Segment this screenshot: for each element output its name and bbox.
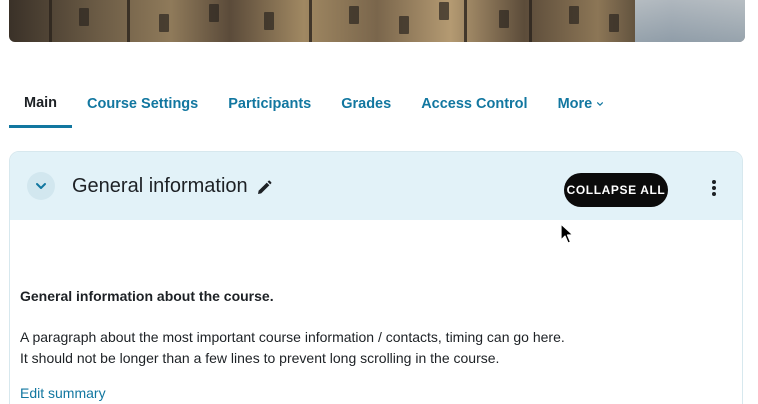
- course-page: Main Course Settings Participants Grades…: [0, 0, 758, 404]
- tab-label: Grades: [341, 96, 392, 112]
- kebab-menu-icon: [712, 180, 716, 196]
- tab-label: Access Control: [421, 96, 528, 112]
- tab-course-settings[interactable]: Course Settings: [72, 80, 213, 128]
- section-header: General information COLLAPSE ALL: [10, 152, 742, 220]
- section-summary-line: It should not be longer than a few lines…: [20, 350, 500, 366]
- tab-grades[interactable]: Grades: [326, 80, 406, 128]
- tab-label: More: [557, 96, 593, 112]
- chevron-down-icon: [597, 102, 604, 106]
- tab-label: Main: [24, 94, 58, 111]
- collapse-all-button[interactable]: COLLAPSE ALL: [564, 173, 668, 207]
- section-title[interactable]: General information: [72, 175, 248, 198]
- chevron-down-icon: [36, 183, 46, 189]
- course-nav-tabs: Main Course Settings Participants Grades…: [9, 80, 619, 130]
- tab-access-control[interactable]: Access Control: [406, 80, 542, 128]
- section-collapse-toggle[interactable]: [27, 172, 55, 200]
- section-summary-heading: General information about the course.: [20, 288, 274, 304]
- tab-label: Course Settings: [87, 96, 199, 112]
- tab-label: Participants: [228, 96, 312, 112]
- section-actions-menu[interactable]: [702, 176, 726, 200]
- edit-summary-link[interactable]: Edit summary: [20, 385, 106, 401]
- tab-more[interactable]: More: [543, 80, 620, 128]
- tab-participants[interactable]: Participants: [213, 80, 326, 128]
- section-summary-line: A paragraph about the most important cou…: [20, 329, 565, 345]
- course-banner-image: [9, 0, 745, 42]
- mouse-pointer-icon: [560, 223, 574, 244]
- course-section-card: General information COLLAPSE ALL General…: [9, 151, 743, 404]
- pencil-icon[interactable]: [255, 179, 273, 197]
- tab-main[interactable]: Main: [9, 80, 73, 128]
